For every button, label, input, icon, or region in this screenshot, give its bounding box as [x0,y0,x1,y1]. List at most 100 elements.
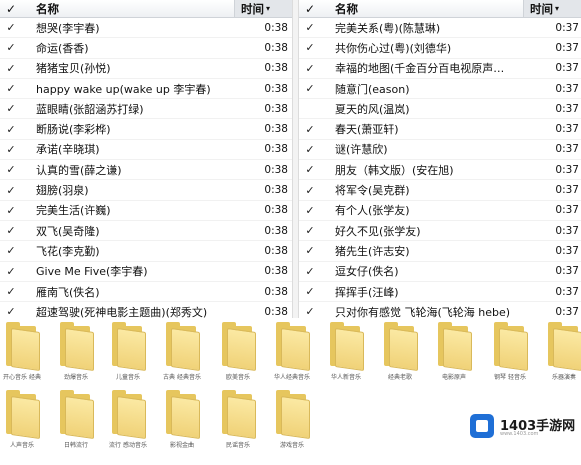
track-row[interactable]: ✓ happy wake up(wake up 李宇春) 0:38 [0,79,292,100]
track-checkbox[interactable]: ✓ [0,265,22,278]
track-row[interactable]: ✓ 翅膀(羽泉) 0:38 [0,180,292,201]
track-checkbox[interactable]: ✓ [0,163,22,176]
cube-logo-icon [470,414,494,438]
track-checkbox[interactable]: ✓ [0,285,22,298]
track-row[interactable]: ✓ 幸福的地图(千金百分百电视原声… 0:37 [299,59,581,79]
track-checkbox[interactable]: ✓ [299,305,321,318]
track-checkbox[interactable]: ✓ [0,143,22,156]
column-time-label: 时间 [241,1,264,16]
column-name-header[interactable]: 名称 [22,1,234,17]
track-checkbox[interactable]: ✓ [0,305,22,318]
header-check[interactable]: ✓ [0,2,22,16]
track-row[interactable]: ✓ 超速驾驶(死神电影主题曲)(郑秀文) 0:38 [0,302,292,318]
track-row[interactable]: ✓ 双飞(吴奇隆) 0:38 [0,221,292,242]
track-row[interactable]: ✓ 朋友（韩文版）(安在旭) 0:37 [299,160,581,181]
track-duration: 0:37 [555,224,579,237]
track-checkbox[interactable]: ✓ [0,102,22,115]
track-checkbox[interactable]: ✓ [299,285,321,298]
track-duration: 0:38 [264,285,288,298]
track-row[interactable]: ✓ 命运(香香) 0:38 [0,38,292,59]
track-title: 翅膀(羽泉) [36,184,89,198]
left-track-list: ✓ 名称 时间 ▾ ✓ 想哭(李宇春) 0:38 ✓ 命运(香香) 0:38 ✓ 猪猪宝贝(孙… [0,0,292,318]
track-title: 有个人(张学友) [335,204,410,218]
header-check[interactable]: ✓ [299,2,321,16]
track-duration: 0:38 [264,21,288,34]
track-row[interactable]: ✓ 谜(许慧欣) 0:37 [299,140,581,161]
track-checkbox[interactable]: ✓ [0,82,22,95]
track-row[interactable]: ✓ 飞花(李克勤) 0:38 [0,241,292,262]
track-row[interactable]: ✓ 猪猪宝贝(孙悦) 0:38 [0,59,292,79]
track-row[interactable]: ✓ 蓝眼睛(张韶涵苏打绿) 0:38 [0,99,292,120]
track-checkbox[interactable]: ✓ [299,123,321,136]
watermark-logo: 1403手游网 www.1403.com [468,412,581,442]
track-title: 逗女仔(佚名) [335,265,399,279]
folder-label: 影视金曲 [169,442,194,449]
track-title: 春天(萧亚轩) [335,123,399,137]
folder-label: 钢琴 轻音乐 [494,374,526,381]
folder-label: 儿童音乐 [115,374,140,381]
track-row[interactable]: ✓ 有个人(张学友) 0:37 [299,201,581,221]
track-checkbox[interactable]: ✓ [299,163,321,176]
track-checkbox[interactable]: ✓ [299,82,321,95]
track-checkbox[interactable]: ✓ [299,224,321,237]
track-title: 只对你有感觉 飞轮海(飞轮海 hebe) [335,305,511,318]
track-row[interactable]: ✓ 认真的雪(薛之谦) 0:38 [0,160,292,181]
track-checkbox[interactable]: ✓ [299,62,321,75]
track-duration: 0:38 [264,305,288,318]
track-row[interactable]: ✓ 随意门(eason) 0:37 [299,79,581,100]
track-title: 超速驾驶(死神电影主题曲)(郑秀文) [36,305,208,318]
track-checkbox[interactable]: ✓ [299,41,321,54]
track-row[interactable]: ✓ 雁南飞(佚名) 0:38 [0,282,292,303]
column-time-label: 时间 [530,1,553,16]
track-row[interactable]: ✓ 想哭(李宇春) 0:38 [0,18,292,39]
track-checkbox[interactable]: ✓ [299,204,321,217]
track-checkbox[interactable]: ✓ [0,204,22,217]
track-row[interactable]: ✓ 挥挥手(汪峰) 0:37 [299,282,581,303]
track-checkbox[interactable]: ✓ [0,62,22,75]
pane-divider[interactable] [292,0,299,318]
track-title: Give Me Five(李宇春) [36,265,148,279]
track-row[interactable]: 夏天的风(温岚) 0:37 [299,99,581,120]
track-row[interactable]: ✓ 春天(萧亚轩) 0:37 [299,119,581,140]
track-checkbox[interactable]: ✓ [299,244,321,257]
track-row[interactable]: ✓ 承诺(辛晓琪) 0:38 [0,140,292,161]
track-checkbox[interactable]: ✓ [299,143,321,156]
track-checkbox[interactable]: ✓ [0,184,22,197]
track-row[interactable]: ✓ 好久不见(张学友) 0:37 [299,221,581,242]
track-title: 双飞(吴奇隆) [36,224,100,238]
track-checkbox[interactable]: ✓ [0,123,22,136]
track-row[interactable]: ✓ 共你伤心过(粤)(刘德华) 0:37 [299,38,581,59]
folder-label: 劲爆音乐 [63,374,88,381]
track-duration: 0:37 [555,163,579,176]
track-row[interactable]: ✓ 完美生活(许巍) 0:38 [0,201,292,221]
folder-label: 欧美音乐 [225,374,250,381]
column-time-header[interactable]: 时间 ▾ [523,0,581,17]
track-checkbox[interactable]: ✓ [299,21,321,34]
track-row[interactable]: ✓ 完美关系(粤)(陈慧琳) 0:37 [299,18,581,39]
column-time-header[interactable]: 时间 ▾ [234,0,292,17]
track-title: 想哭(李宇春) [36,21,100,35]
folder-label: 乐器演奏 [551,374,576,381]
track-title: 共你伤心过(粤)(刘德华) [335,41,452,55]
column-name-header[interactable]: 名称 [321,1,523,17]
track-row[interactable]: ✓ 猪先生(许志安) 0:37 [299,241,581,262]
track-title: 谜(许慧欣) [335,143,388,157]
track-duration: 0:37 [555,244,579,257]
track-checkbox[interactable]: ✓ [0,41,22,54]
track-checkbox[interactable]: ✓ [299,184,321,197]
track-checkbox[interactable]: ✓ [0,21,22,34]
track-row[interactable]: ✓ 逗女仔(佚名) 0:37 [299,262,581,282]
track-checkbox[interactable]: ✓ [0,244,22,257]
track-row[interactable]: ✓ Give Me Five(李宇春) 0:38 [0,262,292,282]
folder-label: 人声音乐 [9,442,34,449]
track-checkbox[interactable]: ✓ [0,224,22,237]
track-title: 完美关系(粤)(陈慧琳) [335,21,441,35]
track-title: 好久不见(张学友) [335,224,421,238]
track-checkbox[interactable]: ✓ [299,265,321,278]
track-row[interactable]: ✓ 断肠说(李彩桦) 0:38 [0,119,292,140]
track-row[interactable]: ✓ 将军令(吴克群) 0:37 [299,180,581,201]
track-duration: 0:38 [264,123,288,136]
track-title: 蓝眼睛(张韶涵苏打绿) [36,102,144,116]
sort-arrow-icon: ▾ [266,4,271,13]
track-row[interactable]: ✓ 只对你有感觉 飞轮海(飞轮海 hebe) 0:37 [299,302,581,318]
